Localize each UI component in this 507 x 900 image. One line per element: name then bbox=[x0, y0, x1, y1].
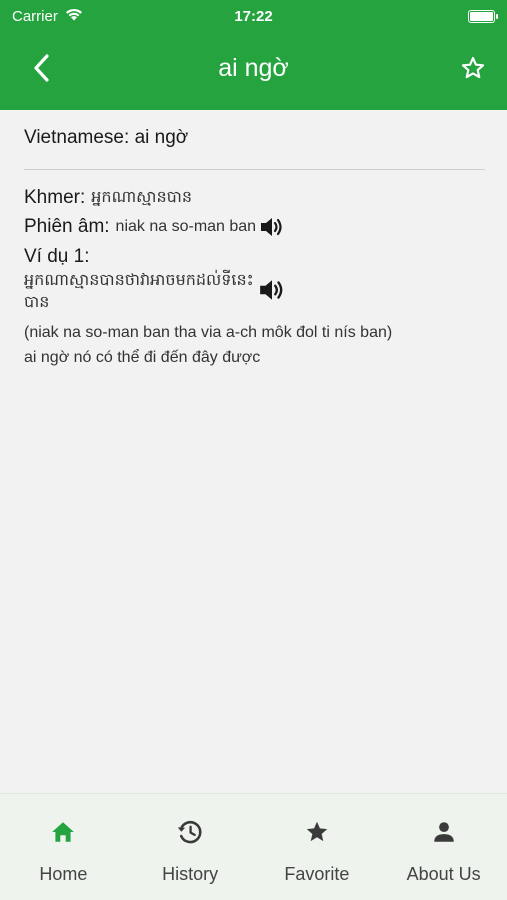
wifi-icon bbox=[64, 7, 84, 25]
star-outline-icon bbox=[461, 56, 485, 79]
example-label: Ví dụ 1: bbox=[24, 246, 90, 267]
phonetic-label: Phiên âm: bbox=[24, 216, 110, 237]
entry-content: Vietnamese: ai ngờ Khmer: អ្នកណាស្មានបាន… bbox=[24, 110, 485, 370]
tab-home-label: Home bbox=[39, 864, 88, 884]
tab-about-us-label: About Us bbox=[406, 864, 481, 884]
nav-bar: ai ngờ bbox=[0, 42, 507, 94]
example-khmer: អ្នកណាស្មានបានថាវាអាចមកដល់ទីនេះបាន bbox=[24, 272, 254, 311]
chevron-left-icon bbox=[34, 54, 49, 82]
speaker-icon bbox=[261, 218, 282, 236]
favorite-toggle-button[interactable] bbox=[457, 52, 489, 84]
vietnamese-value: ai ngờ bbox=[134, 127, 189, 148]
khmer-row: Khmer: អ្នកណាស្មានបាន bbox=[24, 186, 485, 210]
bottom-tab-bar: Home History Favorite About Us bbox=[0, 793, 507, 900]
vietnamese-row: Vietnamese: ai ngờ bbox=[24, 127, 485, 149]
example-label-row: Ví dụ 1: bbox=[24, 246, 485, 268]
tab-favorite[interactable]: Favorite bbox=[254, 794, 381, 900]
example-block: អ្នកណាស្មានបានថាវាអាចមកដល់ទីនេះបាន bbox=[24, 270, 485, 314]
example-meaning: ai ngờ nó có thể đi đến đây được bbox=[24, 349, 261, 366]
tab-about-us[interactable]: About Us bbox=[380, 794, 507, 900]
status-bar: Carrier 17:22 bbox=[0, 0, 507, 32]
home-icon bbox=[50, 818, 76, 846]
page-title: ai ngờ bbox=[218, 53, 289, 82]
phonetic-speaker-button[interactable] bbox=[259, 216, 285, 238]
phonetic-value: niak na so-man ban bbox=[115, 218, 257, 235]
speaker-icon bbox=[260, 280, 283, 300]
example-speaker-button[interactable] bbox=[258, 278, 286, 307]
khmer-value: អ្នកណាស្មានបាន bbox=[91, 189, 193, 206]
star-icon bbox=[304, 818, 330, 846]
status-left: Carrier bbox=[12, 7, 84, 25]
person-icon bbox=[431, 818, 457, 846]
history-icon bbox=[176, 818, 204, 846]
status-time: 17:22 bbox=[234, 7, 273, 25]
divider bbox=[24, 169, 485, 170]
tab-favorite-label: Favorite bbox=[284, 864, 350, 884]
khmer-label: Khmer: bbox=[24, 187, 86, 208]
tab-history-label: History bbox=[162, 864, 219, 884]
carrier-label: Carrier bbox=[12, 7, 58, 25]
vietnamese-label: Vietnamese: bbox=[24, 127, 130, 148]
tab-home[interactable]: Home bbox=[0, 794, 127, 900]
battery-fill bbox=[470, 11, 493, 21]
back-button[interactable] bbox=[26, 52, 56, 84]
battery-icon bbox=[468, 9, 498, 23]
tab-history[interactable]: History bbox=[127, 794, 254, 900]
example-romanized: (niak na so-man ban tha via a-ch môk đol… bbox=[24, 324, 393, 341]
app-header: Carrier 17:22 ai ngờ bbox=[0, 0, 507, 110]
phonetic-row: Phiên âm: niak na so-man ban bbox=[24, 216, 485, 238]
